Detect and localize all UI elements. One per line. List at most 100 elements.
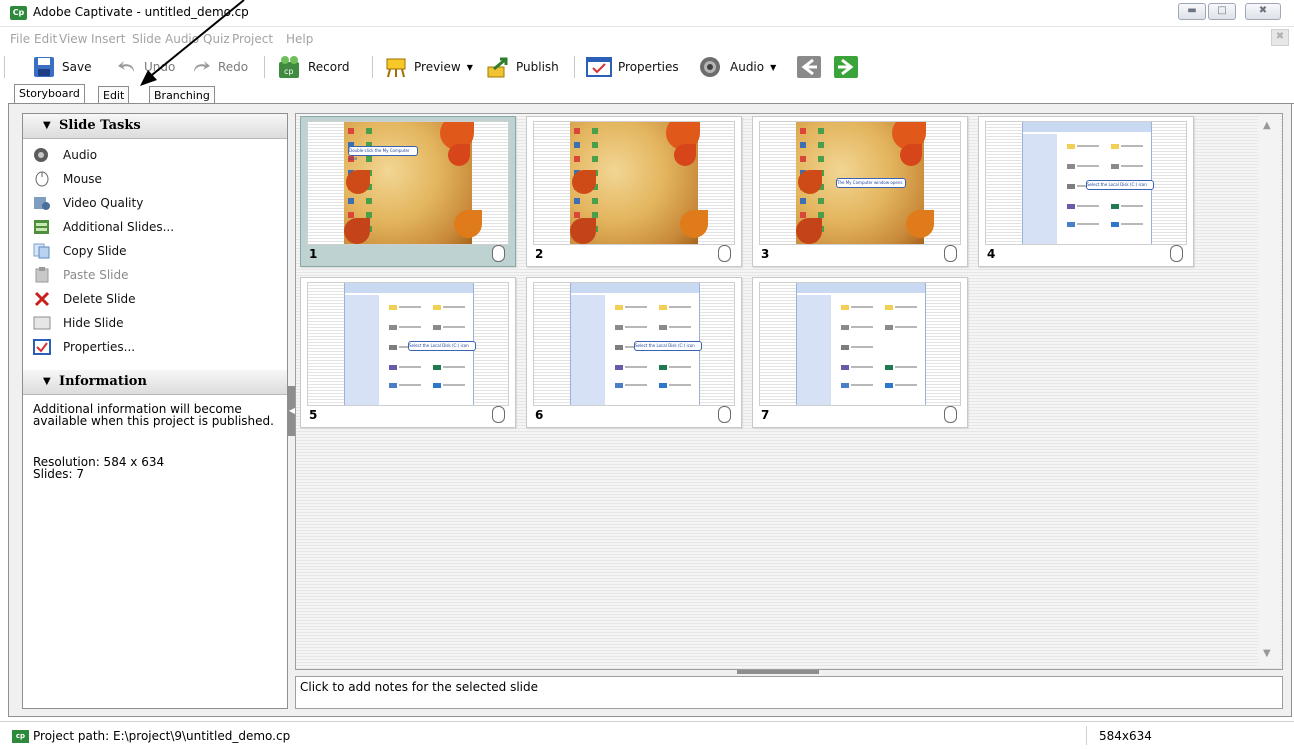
drive-label [399,366,421,368]
slide-number: 6 [535,408,544,422]
desktop-icon [574,128,580,134]
redo-label: Redo [218,60,249,74]
menu-help[interactable]: Help [286,30,313,46]
drive-icon [389,305,397,310]
drive-label [625,366,647,368]
drive-label [851,306,873,308]
mouse-icon [492,406,505,423]
drive-label [669,326,691,328]
task-label: Video Quality [63,196,144,210]
information-header[interactable]: ▼ Information [23,370,287,395]
drive-icon [615,325,623,330]
slide-thumbnail[interactable]: Select the Local Disk (C:) icon 6 [526,277,742,428]
drive-icon [1111,144,1119,149]
drive-icon [1067,184,1075,189]
slide-preview-image [533,121,735,245]
drive-icon [389,325,397,330]
slide-thumbnail[interactable]: Select the Local Disk (C:) icon 5 [300,277,516,428]
app-icon: Cp [10,6,27,20]
publish-button[interactable]: Publish [486,50,559,84]
task-audio[interactable]: Audio [33,144,97,166]
scroll-down-icon[interactable]: ▼ [1263,648,1271,659]
toolbar-separator [372,56,373,78]
maximize-button[interactable]: □ [1208,3,1236,20]
menu-file[interactable]: File [10,30,30,46]
task-paste-slide[interactable]: Paste Slide [33,264,129,286]
slide-tasks-header[interactable]: ▼ Slide Tasks [23,114,287,139]
leaf-graphic [680,210,708,238]
save-button[interactable]: Save [32,50,91,84]
vertical-scrollbar[interactable]: ▲ ▼ [1258,114,1280,667]
drive-icon [659,325,667,330]
slide-notes-field[interactable]: Click to add notes for the selected slid… [295,676,1283,709]
drive-icon [1111,204,1119,209]
task-delete-slide[interactable]: Delete Slide [33,288,136,310]
desktop-icon [592,128,598,134]
tab-edit[interactable]: Edit [98,86,130,104]
menu-insert[interactable]: Insert [91,30,125,46]
task-mouse[interactable]: Mouse [33,168,102,190]
preview-icon [386,58,406,78]
explorer-task-pane [345,295,379,405]
drive-icon [659,365,667,370]
menu-quiz[interactable]: Quiz [203,30,230,46]
slide-preview-image: The My Computer window opens [759,121,961,245]
task-label: Copy Slide [63,244,127,258]
task-properties[interactable]: Properties... [33,336,135,358]
notes-splitter[interactable] [737,670,819,674]
drive-icon [1067,204,1075,209]
record-button[interactable]: cp Record [276,50,349,84]
record-label: Record [308,60,350,74]
leaf-graphic [572,170,596,194]
task-copy-slide[interactable]: Copy Slide [33,240,127,262]
drive-label [1121,205,1143,207]
minimize-button[interactable]: ▬ [1178,3,1206,20]
chevron-down-icon: ▼ [466,62,473,72]
mouse-icon [944,406,957,423]
menu-slide[interactable]: Slide [132,30,161,46]
drive-icon [659,383,667,388]
leaf-graphic [346,170,370,194]
slide-preview-image [759,282,961,406]
close-button[interactable]: ✖ [1245,3,1281,20]
desktop-icon [366,128,372,134]
slide-preview-image: Double-click the My Computer icon [307,121,509,245]
task-hide-slide[interactable]: Hide Slide [33,312,123,334]
drive-icon [841,305,849,310]
task-video-quality[interactable]: Video Quality [33,192,143,214]
tab-storyboard[interactable]: Storyboard [14,84,85,104]
preview-button[interactable]: Preview ▼ [384,50,473,84]
tab-branching[interactable]: Branching [149,86,215,104]
undo-button[interactable]: Undo [116,50,175,84]
slide-thumbnail[interactable]: Double-click the My Computer icon 1 [300,116,516,267]
audio-button[interactable]: Audio ▼ [698,50,776,84]
slide-thumbnail[interactable]: 7 [752,277,968,428]
properties-label: Properties [618,60,679,74]
slide-thumbnail[interactable]: Select the Local Disk (C:) icon 4 [978,116,1194,267]
scroll-up-icon[interactable]: ▲ [1263,120,1271,131]
properties-button[interactable]: Properties [586,50,679,84]
desktop-icon [348,198,354,204]
drive-icon [1067,222,1075,227]
leaf-graphic [798,170,822,194]
slide-thumbnail[interactable]: 2 [526,116,742,267]
slide-number: 7 [761,408,770,422]
menu-edit[interactable]: Edit [34,30,57,46]
mouse-icon [1170,245,1183,262]
publish-icon [487,57,508,78]
menu-view[interactable]: View [59,30,87,46]
drive-label [399,384,421,386]
menu-audio[interactable]: Audio [165,30,199,46]
menu-project[interactable]: Project [232,30,273,46]
back-button[interactable] [797,50,821,84]
drive-label [851,326,873,328]
mouse-icon [944,245,957,262]
redo-button[interactable]: Redo [190,50,248,84]
information-heading: Information [59,374,147,389]
task-additional-slides[interactable]: Additional Slides... [33,216,174,238]
slide-thumbnail[interactable]: The My Computer window opens 3 [752,116,968,267]
close-document-button[interactable]: ✖ [1271,29,1289,46]
redo-icon [194,61,210,72]
forward-button[interactable] [834,50,858,84]
drive-icon [841,365,849,370]
